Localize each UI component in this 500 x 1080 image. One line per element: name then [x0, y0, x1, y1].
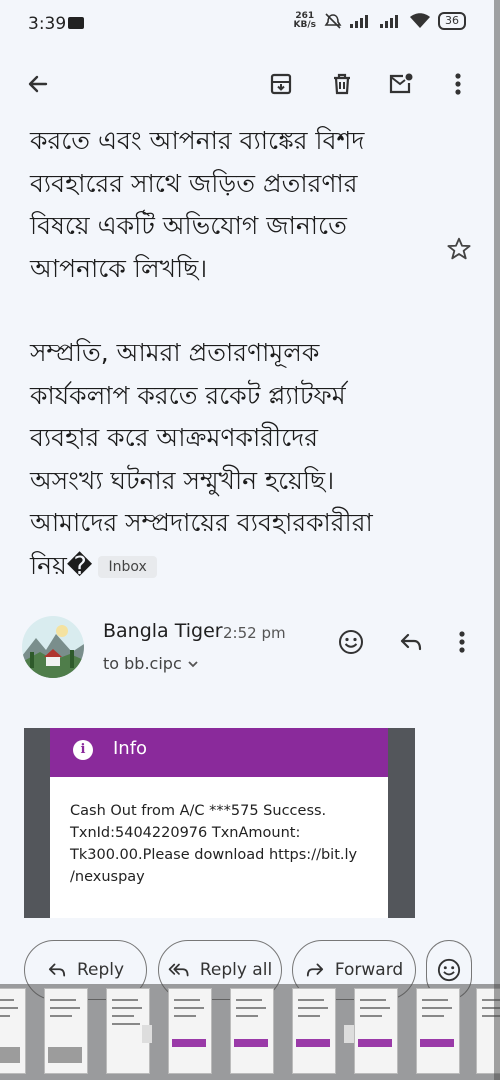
info-icon: i: [73, 740, 93, 760]
signal-icon-2: [380, 15, 398, 28]
reply-icon: [400, 633, 422, 651]
body-line: অসংখ্য ঘটনার সম্মুখীন হয়েছি।: [30, 465, 335, 495]
thumbnail[interactable]: [168, 988, 212, 1074]
reply-icon: [48, 963, 66, 977]
emoji-icon: [339, 630, 363, 654]
body-line: কার্যকলাপ করতে রকেট প্ল্যাটফর্ম: [30, 380, 346, 410]
status-indicators: 261 KB/s 36: [294, 12, 466, 30]
status-time: 3:39: [28, 14, 67, 34]
info-dialog-header: i Info: [50, 728, 388, 777]
network-speed: 261 KB/s: [294, 12, 316, 30]
reply-all-label: Reply all: [199, 960, 273, 980]
body-line: সম্প্রতি, আমরা প্রতারণামূলক: [30, 338, 320, 367]
more-vert-icon: [459, 631, 465, 653]
thumbnail[interactable]: [416, 988, 460, 1074]
forward-label: Forward: [334, 960, 404, 980]
archive-button[interactable]: [265, 68, 297, 100]
delete-button[interactable]: [326, 68, 358, 100]
message-line: Tk300.00.Please download https://bit.ly: [70, 847, 358, 863]
add-reaction-button[interactable]: [335, 626, 367, 658]
body-line: ব্যবহারের সাথে জড়িত প্রতারণার: [30, 168, 358, 198]
message-line: TxnId:5404220976 TxnAmount:: [70, 825, 301, 841]
mark-unread-icon: [389, 73, 413, 94]
network-speed-unit: KB/s: [293, 20, 316, 30]
thumbnail[interactable]: [354, 988, 398, 1074]
delete-icon: [334, 73, 350, 95]
message-line: Cash Out from A/C ***575 Success.: [70, 803, 327, 819]
body-line: করতে এবং আপনার ব্যাঙ্কের বিশদ: [30, 126, 365, 155]
mute-icon: [324, 13, 342, 29]
reply-label: Reply: [76, 960, 125, 980]
avatar-landscape-image: [22, 616, 84, 678]
email-body-paragraph-2: সম্প্রতি, আমরা প্রতারণামূলক কার্যকলাপ কর…: [30, 332, 430, 587]
body-line: ব্যবহার করে আক্রমণকারীদের: [30, 423, 319, 452]
inbox-label-badge[interactable]: Inbox: [98, 555, 157, 578]
embedded-screenshot[interactable]: i Info Cash Out from A/C ***575 Success.…: [24, 728, 415, 918]
scrubber-handle[interactable]: [344, 1025, 354, 1043]
body-line: আপনাকে লিখছি।: [30, 253, 208, 283]
transaction-message: Cash Out from A/C ***575 Success. TxnId:…: [70, 800, 380, 888]
sender-header: Bangla Tiger 2:52 pm to bb.cipc: [22, 616, 482, 688]
back-button[interactable]: [22, 68, 54, 100]
status-bar: 3:39 261 KB/s 36: [0, 0, 500, 46]
battery-indicator: 36: [438, 12, 466, 30]
signal-icon: [350, 15, 368, 28]
reply-icon-button[interactable]: [395, 626, 427, 658]
star-icon: [447, 237, 471, 260]
recipients-toggle[interactable]: to bb.cipc: [103, 654, 199, 673]
message-line: /nexuspay: [70, 869, 145, 885]
body-line: বিষয়ে একটি অভিযোগ জানাতে: [30, 211, 347, 240]
screenshot-thumbnail-strip: [0, 984, 500, 1080]
sender-name: Bangla Tiger: [103, 620, 223, 642]
right-edge-shadow: [494, 0, 500, 1080]
back-arrow-icon: [28, 75, 48, 93]
notification-icon: [68, 17, 84, 29]
more-vert-icon: [455, 73, 461, 95]
recipient-text: to bb.cipc: [103, 654, 182, 673]
email-body-paragraph-1: করতে এবং আপনার ব্যাঙ্কের বিশদ ব্যবহারের …: [30, 120, 430, 290]
emoji-icon: [437, 958, 461, 982]
message-more-button[interactable]: [446, 626, 478, 658]
more-options-button[interactable]: [442, 68, 474, 100]
info-dialog: i Info Cash Out from A/C ***575 Success.…: [50, 728, 388, 918]
mark-unread-button[interactable]: [385, 68, 417, 100]
sent-time: 2:52 pm: [223, 624, 286, 642]
chevron-down-icon: [188, 661, 198, 668]
thumbnail[interactable]: [292, 988, 336, 1074]
info-title: Info: [113, 738, 148, 759]
forward-icon: [306, 963, 323, 977]
thumbnail[interactable]: [0, 988, 26, 1074]
wifi-icon: [410, 13, 430, 28]
thumbnail[interactable]: [44, 988, 88, 1074]
star-button[interactable]: [446, 236, 472, 266]
avatar[interactable]: [22, 616, 84, 678]
thumbnail[interactable]: [230, 988, 274, 1074]
email-toolbar: [0, 56, 500, 112]
scrubber-handle[interactable]: [142, 1025, 152, 1043]
body-truncated-text: নিয়�: [30, 550, 93, 580]
email-screen: 3:39 261 KB/s 36 করতে এবং আপনার ব্যাঙ্কে…: [0, 0, 500, 1080]
archive-icon: [270, 73, 292, 95]
reply-all-icon: [168, 963, 189, 977]
body-line: আমাদের সম্প্রদায়ের ব্যবহারকারীরা: [30, 508, 373, 537]
body-last-line: নিয়� Inbox: [30, 545, 430, 588]
